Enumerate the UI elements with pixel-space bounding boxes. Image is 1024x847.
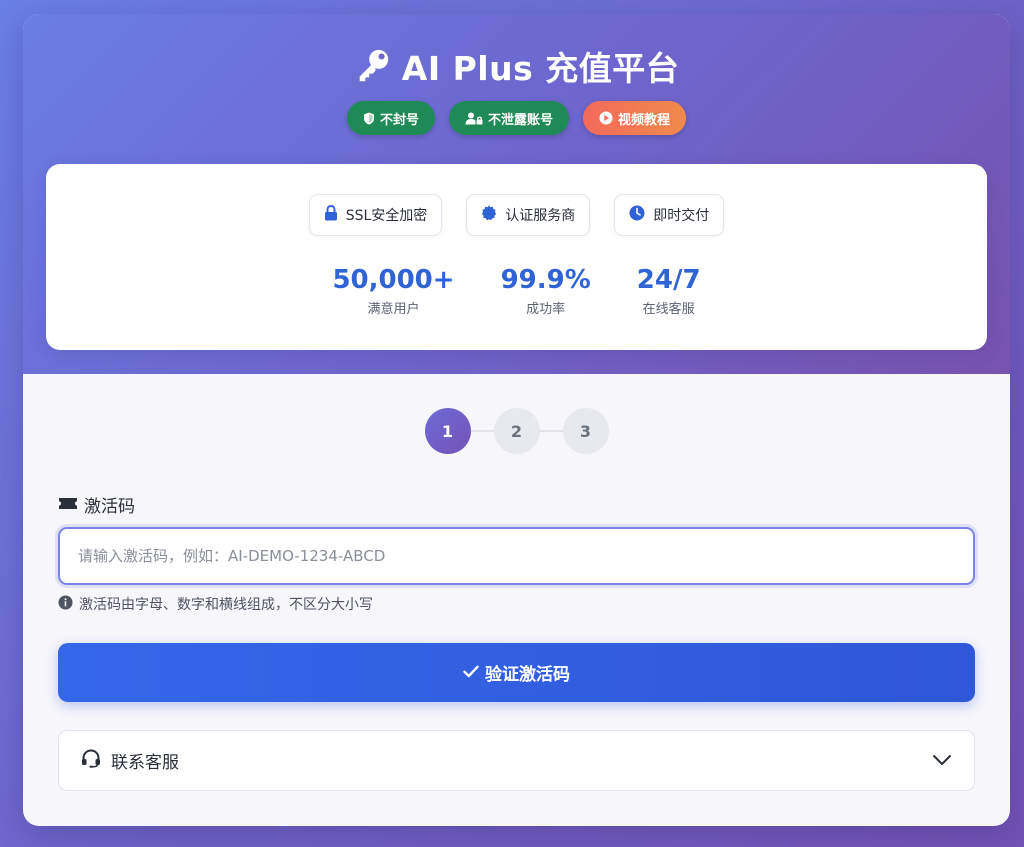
shield-icon — [363, 112, 375, 125]
stat-users: 50,000+ 满意用户 — [332, 264, 454, 317]
ticket-icon — [58, 495, 78, 515]
chip-instant-delivery: 即时交付 — [614, 194, 725, 236]
user-lock-icon — [465, 112, 483, 125]
stat-success-rate: 99.9% 成功率 — [501, 264, 591, 317]
activation-code-label: 激活码 — [58, 492, 135, 517]
stat-value: 24/7 — [636, 265, 701, 295]
trust-panel: SSL安全加密 认证服务商 即时交付 50,000+ 满意用户 99.9% 成功… — [46, 164, 987, 350]
chip-label: 即时交付 — [653, 208, 710, 224]
stat-value: 50,000+ — [332, 265, 455, 295]
contact-support-accordion[interactable]: 联系客服 — [58, 730, 975, 791]
step-2: 2 — [493, 408, 540, 454]
chip-ssl: SSL安全加密 — [308, 194, 443, 236]
page-title-text: AI Plus 充值平台 — [401, 49, 680, 88]
main-card: AI Plus 充值平台 不封号 不泄露账号 视频教程 SSL安全加密 认证服务… — [23, 14, 1010, 826]
support-label: 联系客服 — [111, 753, 179, 773]
field-label-text: 激活码 — [84, 497, 135, 517]
activation-code-input[interactable] — [58, 527, 975, 585]
play-circle-icon — [599, 111, 613, 125]
step-connector — [470, 430, 494, 432]
badge-video-tutorial[interactable]: 视频教程 — [583, 101, 687, 135]
input-hint: 激活码由字母、数字和横线组成，不区分大小写 — [58, 594, 373, 614]
headset-icon — [81, 748, 101, 773]
chip-certified: 认证服务商 — [466, 194, 591, 236]
stat-label: 满意用户 — [367, 302, 420, 317]
step-3: 3 — [562, 408, 609, 454]
badge-no-ban: 不封号 — [346, 101, 435, 135]
stat-support-hours: 24/7 在线客服 — [637, 264, 701, 317]
stat-value: 99.9% — [500, 265, 591, 295]
verify-button-label: 验证激活码 — [485, 665, 570, 685]
step-connector — [539, 430, 563, 432]
certificate-icon — [481, 205, 497, 225]
feature-badges: 不封号 不泄露账号 视频教程 — [23, 101, 1010, 135]
stats-row: 50,000+ 满意用户 99.9% 成功率 24/7 在线客服 — [46, 264, 987, 317]
hint-text: 激活码由字母、数字和横线组成，不区分大小写 — [79, 597, 373, 613]
stat-label: 在线客服 — [642, 302, 695, 317]
clock-icon — [629, 205, 645, 225]
key-icon — [354, 47, 392, 85]
stat-label: 成功率 — [526, 302, 566, 317]
check-icon — [463, 663, 479, 683]
verify-code-button[interactable]: 验证激活码 — [58, 643, 975, 702]
lock-icon — [324, 204, 338, 225]
badge-label: 不封号 — [379, 112, 419, 128]
hero-header: AI Plus 充值平台 不封号 不泄露账号 视频教程 SSL安全加密 认证服务… — [23, 14, 1010, 374]
badge-no-leak: 不泄露账号 — [448, 101, 569, 135]
step-1: 1 — [424, 408, 471, 454]
page-title: AI Plus 充值平台 — [23, 42, 1010, 90]
step-indicator: 1 2 3 — [23, 408, 1010, 454]
chip-label: 认证服务商 — [505, 208, 576, 224]
chevron-down-icon[interactable] — [932, 751, 952, 771]
badge-label: 不泄露账号 — [487, 112, 553, 128]
info-circle-icon — [58, 595, 73, 614]
badge-label: 视频教程 — [618, 112, 671, 128]
chip-label: SSL安全加密 — [345, 208, 428, 224]
trust-chips: SSL安全加密 认证服务商 即时交付 — [46, 194, 987, 236]
